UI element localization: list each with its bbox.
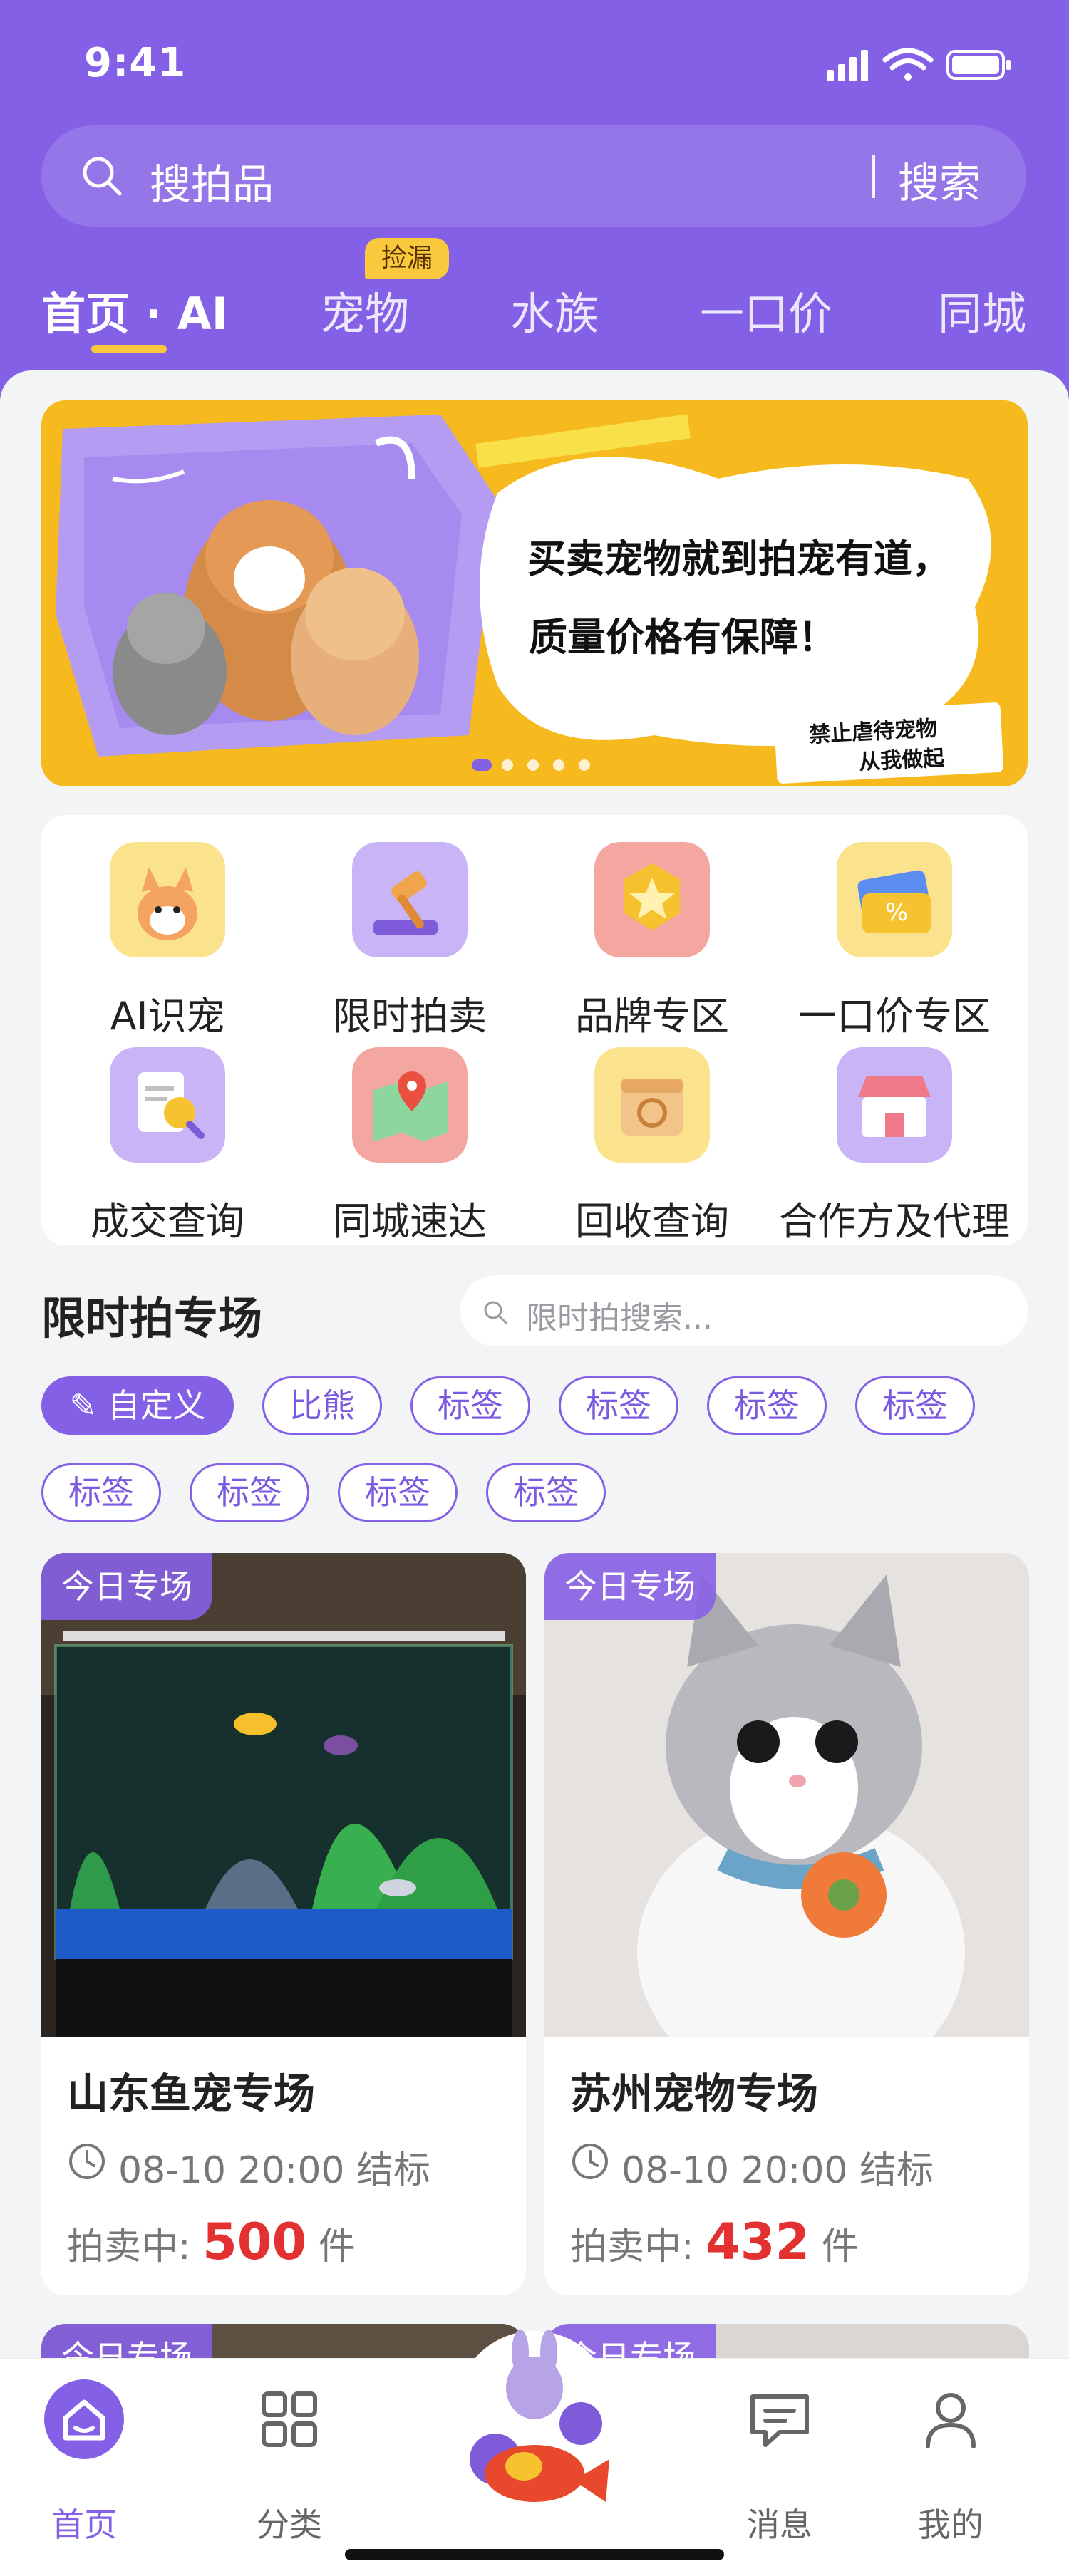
coupon-icon: %	[837, 842, 952, 957]
recycle-box-icon	[594, 1047, 710, 1163]
edit-icon: ✎	[69, 1386, 108, 1425]
card-status: 拍卖中: 500 件	[67, 2213, 356, 2271]
chip-tag[interactable]: 比熊	[262, 1376, 382, 1435]
tab-local[interactable]: 同城	[938, 278, 1026, 342]
banner-subheadline: 质量价格有保障！	[529, 615, 837, 660]
card-title: 苏州宠物专场	[570, 2069, 819, 2118]
aquarium-image	[41, 1553, 526, 2037]
chip-tag[interactable]: 标签	[855, 1376, 975, 1435]
home-icon	[44, 2379, 124, 2459]
chip-tag[interactable]: 标签	[190, 1463, 309, 1522]
nav-item-home[interactable]: 首页	[6, 2379, 162, 2544]
tab-aquatic[interactable]: 水族	[510, 278, 599, 342]
search-document-icon	[110, 1047, 225, 1163]
auction-card[interactable]: 今日专场 山东鱼宠专场 08-10 20:00 结标 拍卖中: 500 件	[41, 1553, 526, 2295]
map-pin-icon	[352, 1047, 468, 1163]
grid-item-partners[interactable]: 合作方及代理	[777, 1047, 1012, 1244]
search-divider	[872, 155, 875, 198]
chip-tag[interactable]: 标签	[41, 1463, 161, 1522]
chip-tag[interactable]: 标签	[410, 1376, 530, 1435]
puppy-icon	[110, 842, 225, 957]
carousel-dot-active[interactable]	[472, 759, 492, 771]
section-title: 限时拍专场	[41, 1292, 263, 1344]
nav-item-category[interactable]: 分类	[211, 2379, 368, 2544]
search-icon	[83, 157, 122, 196]
shop-icon	[837, 1047, 952, 1163]
grid-item-deal-query[interactable]: 成交查询	[50, 1047, 285, 1244]
banner-headline: 买卖宠物就到拍宠有道，	[527, 536, 951, 581]
tab-active-indicator	[91, 345, 167, 353]
nav-item-profile[interactable]: 我的	[872, 2379, 1029, 2544]
grid-item-fixed-price[interactable]: % 一口价专区	[777, 842, 1012, 1039]
chip-tag[interactable]: 标签	[338, 1463, 458, 1522]
tab-fixed-price[interactable]: 一口价	[700, 278, 832, 342]
nav-item-messages[interactable]: 消息	[701, 2379, 858, 2544]
status-time: 9:41	[84, 40, 187, 86]
battery-icon	[946, 50, 1011, 80]
clock-icon	[572, 2144, 608, 2179]
chip-tag[interactable]: 标签	[559, 1376, 678, 1435]
card-end-time: 08-10 20:00 结标	[621, 2149, 934, 2192]
card-status: 拍卖中: 432 件	[570, 2213, 859, 2271]
section-search-input[interactable]: 限时拍搜索...	[526, 1292, 713, 1338]
signal-icon	[827, 50, 868, 81]
card-count: 432	[706, 2213, 810, 2271]
tab-home-ai[interactable]: 首页 · AI	[41, 278, 228, 342]
tab-pets[interactable]: 宠物	[321, 278, 409, 342]
card-tag: 今日专场	[544, 1553, 716, 1620]
chip-tag[interactable]: 标签	[486, 1463, 606, 1522]
gavel-icon	[352, 842, 468, 957]
card-tag: 今日专场	[41, 1553, 212, 1620]
grid-item-ai-identify[interactable]: AI识宠	[50, 842, 285, 1039]
auction-card[interactable]: 今日专场 苏州宠物专场 08-10 20:00 结标 拍卖中: 432 件	[544, 1553, 1029, 2295]
mascot-logo[interactable]	[445, 2324, 624, 2530]
svg-text:%: %	[885, 898, 908, 927]
status-icons	[827, 48, 1011, 81]
carousel-dot[interactable]	[502, 759, 513, 771]
carousel-dot[interactable]	[579, 759, 590, 771]
clock-icon	[69, 2144, 105, 2179]
grid-item-auction[interactable]: 限时拍卖	[292, 842, 527, 1039]
grid-item-local-delivery[interactable]: 同城速达	[292, 1047, 527, 1244]
home-indicator	[345, 2549, 724, 2560]
grid-item-recycle-query[interactable]: 回收查询	[534, 1047, 770, 1244]
chat-icon	[750, 2394, 809, 2447]
search-button[interactable]: 搜索	[898, 150, 981, 209]
chip-custom[interactable]: ✎ 自定义	[41, 1376, 234, 1435]
search-icon	[484, 1301, 507, 1324]
card-end-time: 08-10 20:00 结标	[118, 2149, 431, 2192]
kitten-image	[544, 1553, 1029, 2037]
grid-icon	[262, 2391, 317, 2447]
carousel-dot[interactable]	[553, 759, 564, 771]
banner-slogan-line-2: 从我做起	[858, 745, 946, 776]
carousel-dot[interactable]	[527, 759, 539, 771]
search-input[interactable]: 搜拍品	[150, 151, 274, 211]
tab-badge: 捡漏	[365, 238, 449, 279]
user-icon	[926, 2393, 976, 2448]
chip-tag[interactable]: 标签	[707, 1376, 827, 1435]
wifi-icon	[882, 48, 934, 80]
card-count: 500	[202, 2213, 307, 2271]
card-title: 山东鱼宠专场	[67, 2069, 316, 2118]
star-badge-icon	[594, 842, 710, 957]
grid-item-brand-zone[interactable]: 品牌专区	[534, 842, 770, 1039]
